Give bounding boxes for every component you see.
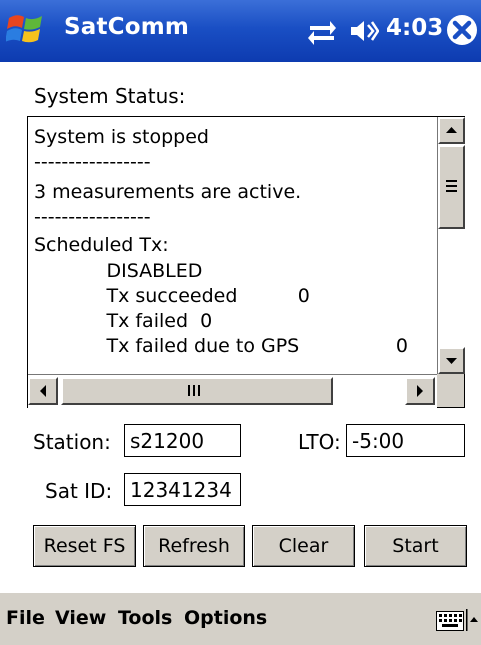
close-button[interactable] — [447, 15, 477, 45]
clear-button[interactable]: Clear — [252, 525, 355, 567]
satid-field[interactable] — [124, 473, 241, 506]
status-line: Tx succeeded 0 — [34, 285, 310, 307]
status-line: Tx failed 0 — [34, 310, 213, 332]
reset-fs-button[interactable]: Reset FS — [33, 525, 136, 567]
vertical-scrollbar[interactable] — [437, 117, 465, 374]
clock[interactable]: 4:03 — [386, 15, 443, 41]
vertical-scroll-thumb[interactable] — [438, 145, 465, 229]
status-label: System Status: — [34, 84, 186, 108]
status-line: Scheduled Tx: — [34, 234, 169, 256]
arrow-up-icon — [446, 127, 457, 133]
arrow-left-icon — [40, 385, 46, 397]
scroll-right-button[interactable] — [405, 377, 435, 405]
lto-label: LTO: — [298, 430, 341, 454]
refresh-button[interactable]: Refresh — [143, 525, 245, 567]
grip-icon — [188, 385, 200, 396]
status-textbox[interactable]: System is stopped ----------------- 3 me… — [27, 116, 465, 408]
status-line: ----------------- — [34, 151, 151, 173]
close-icon — [452, 20, 472, 40]
title-bar: SatComm 4:03 — [0, 0, 481, 62]
keyboard-icon[interactable] — [436, 611, 464, 631]
horizontal-scroll-thumb[interactable] — [61, 377, 333, 405]
horizontal-scrollbar[interactable] — [28, 374, 437, 408]
menu-tools[interactable]: Tools — [118, 607, 172, 629]
app-title: SatComm — [64, 14, 190, 40]
status-line: 3 measurements are active. — [34, 181, 302, 203]
satid-label: Sat ID: — [45, 479, 113, 503]
speaker-icon[interactable] — [349, 16, 379, 46]
status-line: Tx failed due to GPS 0 — [34, 335, 408, 357]
sync-icon[interactable] — [306, 16, 338, 46]
scroll-down-button[interactable] — [438, 347, 465, 374]
station-label: Station: — [33, 430, 111, 454]
menu-view[interactable]: View — [55, 607, 106, 629]
start-button[interactable]: Start — [364, 525, 467, 567]
grip-icon — [446, 180, 457, 192]
arrow-right-icon — [417, 385, 423, 397]
scrollbar-corner — [437, 374, 464, 407]
scroll-up-button[interactable] — [438, 117, 465, 144]
scroll-left-button[interactable] — [28, 377, 58, 405]
status-line: System is stopped — [34, 126, 209, 148]
status-line: DISABLED — [34, 260, 203, 282]
menu-options[interactable]: Options — [184, 607, 267, 629]
windows-start-icon[interactable] — [6, 10, 46, 50]
chevron-up-icon[interactable] — [466, 609, 478, 631]
menu-bar: File View Tools Options — [0, 591, 481, 645]
lto-field[interactable] — [346, 424, 465, 457]
status-line: ----------------- — [34, 206, 151, 228]
station-field[interactable] — [124, 424, 241, 457]
arrow-down-icon — [446, 358, 457, 364]
status-text-area: System is stopped ----------------- 3 me… — [31, 121, 436, 375]
menu-file[interactable]: File — [6, 607, 45, 629]
